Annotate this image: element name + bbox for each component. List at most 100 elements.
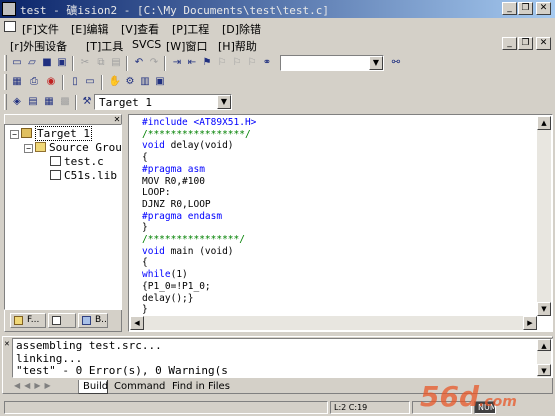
find-in-files-icon[interactable]: ⚯ — [389, 56, 403, 70]
window-title: test - 礦ision2 - [C:\My Documents\test\t… — [20, 4, 330, 17]
mdi-close-button[interactable]: ✕ — [536, 37, 551, 50]
restore-button[interactable]: ❐ — [518, 2, 533, 15]
scroll-up-icon[interactable]: ▲ — [537, 116, 551, 130]
watermark-brand: 56d — [420, 380, 480, 413]
tab-find-in-files[interactable]: Find in Files — [168, 380, 230, 394]
output-line: "test" - 0 Error(s), 0 Warning(s — [16, 364, 228, 377]
tree-item-target[interactable]: − Target 1 — [10, 126, 92, 141]
toolbar-grip[interactable] — [4, 94, 7, 110]
tree-item-source-group[interactable]: − Source Grou — [24, 141, 122, 154]
find-combo[interactable]: ▼ — [280, 55, 384, 71]
output-tab-nav[interactable]: ◀◀▶▶ — [14, 380, 74, 393]
bookmark-prev-icon[interactable]: ⚐ — [230, 56, 244, 70]
output-window-icon[interactable]: ▭ — [83, 75, 97, 89]
target-combo-value: Target 1 — [99, 96, 152, 109]
settings-icon[interactable]: ⚙ — [123, 75, 137, 89]
bookmark-next-icon[interactable]: ⚐ — [215, 56, 229, 70]
output-line: assembling test.src... — [16, 339, 162, 352]
prev-tab-icon[interactable]: ◀ — [24, 381, 34, 390]
next-tab-icon[interactable]: ▶ — [34, 381, 44, 390]
scroll-up-icon[interactable]: ▲ — [537, 339, 551, 351]
tree-item-c51s-lib[interactable]: C51s.lib — [50, 169, 117, 182]
stop-build-icon[interactable]: ▩ — [58, 95, 72, 109]
tab-build[interactable]: Build — [78, 380, 108, 394]
save-all-icon[interactable]: ▣ — [55, 56, 69, 70]
build-toolbar: ◈ ▤ ▦ ▩ ⚒ Target 1 ▼ — [2, 93, 242, 112]
code-line: { — [142, 152, 148, 164]
app-icon[interactable] — [2, 2, 16, 16]
zoom-icon[interactable]: ◉ — [44, 75, 58, 89]
tab-command[interactable]: Command — [110, 380, 166, 394]
bookmark-clear-icon[interactable]: ⚐ — [245, 56, 259, 70]
first-tab-icon[interactable]: ◀ — [14, 381, 24, 390]
code-line: } — [142, 304, 148, 316]
menu-window[interactable]: [W]窗口 — [166, 38, 207, 54]
code-line: { — [142, 257, 148, 269]
output-vertical-scrollbar[interactable]: ▲ ▼ — [537, 339, 551, 377]
source-file-icon — [50, 156, 61, 166]
toolbar-grip[interactable] — [4, 74, 7, 90]
rebuild-icon[interactable]: ▦ — [42, 95, 56, 109]
project-window-icon[interactable]: ▯ — [68, 75, 82, 89]
tree-item-test-c[interactable]: test.c — [50, 155, 104, 168]
editor-horizontal-scrollbar[interactable]: ◀ ▶ — [130, 316, 537, 330]
target-options-icon[interactable]: ⚒ — [80, 95, 94, 109]
regs-tab-icon — [52, 316, 61, 325]
scroll-right-icon[interactable]: ▶ — [523, 316, 537, 330]
open-file-icon[interactable]: ▱ — [25, 56, 39, 70]
copy-icon[interactable]: ⧉ — [94, 56, 108, 70]
code-line: MOV R0,#100 — [142, 175, 205, 187]
hand-icon[interactable]: ✋ — [108, 75, 122, 89]
build-icon[interactable]: ▤ — [26, 95, 40, 109]
minimize-button[interactable]: _ — [502, 2, 517, 15]
menu-tools[interactable]: [T]工具 — [86, 38, 123, 54]
code-line: while(1) — [142, 269, 188, 281]
unindent-icon[interactable]: ⇤ — [185, 56, 199, 70]
target-combo[interactable]: Target 1 ▼ — [94, 94, 232, 110]
status-message — [4, 401, 328, 414]
watch-window-icon[interactable]: ▣ — [153, 75, 167, 89]
tab-regs[interactable] — [48, 313, 76, 328]
find-binoculars-icon[interactable]: ⚭ — [260, 56, 274, 70]
cursor-position: L:2 C:19 — [330, 401, 410, 414]
project-close-button[interactable]: ✕ — [112, 115, 122, 124]
undo-icon[interactable]: ↶ — [132, 56, 146, 70]
toolbar-separator — [75, 95, 77, 110]
close-button[interactable]: ✕ — [536, 2, 551, 15]
save-icon[interactable]: ■ — [40, 56, 54, 70]
mdi-minimize-button[interactable]: _ — [502, 37, 517, 50]
library-file-icon — [50, 170, 61, 180]
menu-peripherals[interactable]: [r]外围设备 — [10, 38, 67, 54]
collapse-icon[interactable]: − — [10, 130, 19, 139]
bookmark-toggle-icon[interactable]: ⚑ — [200, 56, 214, 70]
collapse-icon[interactable]: − — [24, 144, 33, 153]
new-file-icon[interactable]: ▭ — [10, 56, 24, 70]
editor-vertical-scrollbar[interactable]: ▲ ▼ — [537, 116, 551, 316]
debug-icon[interactable]: ▦ — [10, 75, 24, 89]
chevron-down-icon[interactable]: ▼ — [369, 56, 383, 70]
scroll-left-icon[interactable]: ◀ — [130, 316, 144, 330]
memory-window-icon[interactable]: ▥ — [138, 75, 152, 89]
paste-icon[interactable]: ▤ — [109, 56, 123, 70]
cut-icon[interactable]: ✂ — [78, 56, 92, 70]
scroll-down-icon[interactable]: ▼ — [537, 302, 551, 316]
tree-item-label: Target 1 — [35, 126, 92, 141]
mdi-restore-button[interactable]: ❐ — [518, 37, 533, 50]
code-line: #pragma endasm — [142, 210, 223, 222]
menu-svcs[interactable]: SVCS — [132, 38, 161, 51]
output-close-icon[interactable]: ✕ — [4, 340, 12, 348]
scroll-down-icon[interactable]: ▼ — [537, 364, 551, 376]
tab-books[interactable]: B... — [78, 313, 108, 328]
indent-icon[interactable]: ⇥ — [170, 56, 184, 70]
last-tab-icon[interactable]: ▶ — [44, 381, 54, 390]
translate-icon[interactable]: ◈ — [10, 95, 24, 109]
tab-files[interactable]: F... — [10, 313, 46, 328]
code-line: DJNZ R0,LOOP — [142, 198, 211, 210]
files-tab-icon — [14, 316, 23, 325]
toolbar-grip[interactable] — [4, 55, 7, 71]
menu-help[interactable]: [H]帮助 — [218, 38, 257, 54]
redo-icon[interactable]: ↷ — [147, 56, 161, 70]
print-icon[interactable]: ⎙ — [27, 75, 41, 89]
toolbar-separator — [62, 75, 64, 90]
chevron-down-icon[interactable]: ▼ — [217, 95, 231, 109]
